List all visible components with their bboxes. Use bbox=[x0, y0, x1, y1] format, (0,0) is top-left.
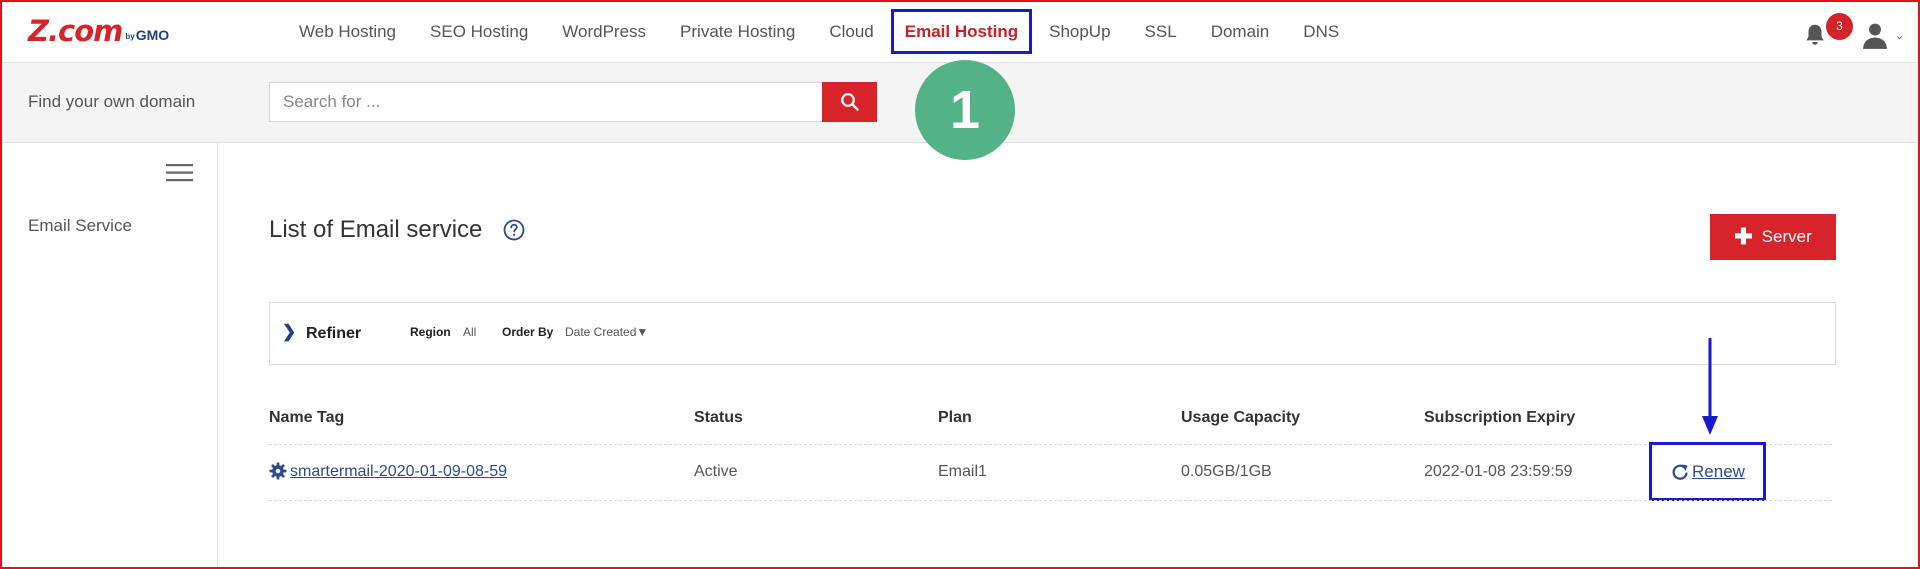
nav-email-hosting[interactable]: Email Hosting bbox=[890, 9, 1033, 54]
sidebar: Email Service bbox=[0, 143, 218, 569]
logo-main-text: Z.com bbox=[28, 14, 123, 48]
search-icon bbox=[840, 93, 859, 111]
domain-search-input[interactable] bbox=[269, 82, 823, 122]
table-row-divider bbox=[269, 500, 1832, 501]
col-usage-capacity: Usage Capacity bbox=[1181, 409, 1301, 426]
help-icon[interactable] bbox=[503, 219, 525, 241]
main-menu: Web Hosting SEO Hosting WordPress Privat… bbox=[282, 0, 1356, 63]
renew-highlight: Renew bbox=[1649, 442, 1766, 501]
add-server-button[interactable]: ✚ Server bbox=[1710, 214, 1836, 260]
find-domain-label: Find your own domain bbox=[28, 92, 196, 111]
top-nav: Z.com by GMO Web Hosting SEO Hosting Wor… bbox=[0, 0, 1920, 63]
usage-value: 0.05GB/1GB bbox=[1181, 463, 1272, 480]
logo-by-text: by bbox=[125, 32, 135, 41]
nav-dns[interactable]: DNS bbox=[1286, 0, 1356, 63]
col-plan: Plan bbox=[938, 409, 972, 426]
refiner-toggle[interactable]: Refiner bbox=[306, 325, 361, 343]
plan-value: Email1 bbox=[938, 463, 987, 480]
menu-icon[interactable] bbox=[166, 163, 193, 183]
expiry-value: 2022-01-08 23:59:59 bbox=[1424, 463, 1573, 480]
step-marker: 1 bbox=[915, 60, 1015, 160]
nav-shopup[interactable]: ShopUp bbox=[1032, 0, 1127, 63]
notification-badge: 3 bbox=[1826, 13, 1853, 40]
refiner-panel: ❯ Refiner Region All Order By Date Creat… bbox=[269, 302, 1836, 365]
region-select[interactable]: All bbox=[463, 325, 476, 339]
user-avatar-icon[interactable] bbox=[1862, 22, 1888, 50]
chevron-down-icon[interactable]: ⌄ bbox=[1895, 29, 1904, 42]
plus-icon: ✚ bbox=[1734, 224, 1753, 249]
bell-icon[interactable] bbox=[1802, 22, 1828, 48]
search-button[interactable] bbox=[822, 82, 877, 122]
orderby-select[interactable]: Date Created▼ bbox=[565, 325, 648, 339]
sidebar-item-email-service[interactable]: Email Service bbox=[28, 216, 132, 236]
col-status: Status bbox=[694, 409, 743, 426]
region-label: Region bbox=[410, 325, 451, 339]
nav-seo-hosting[interactable]: SEO Hosting bbox=[413, 0, 545, 63]
orderby-label: Order By bbox=[502, 325, 554, 339]
nav-private-hosting[interactable]: Private Hosting bbox=[663, 0, 812, 63]
arrow-down-icon bbox=[1702, 338, 1718, 435]
col-subscription-expiry: Subscription Expiry bbox=[1424, 409, 1576, 426]
name-tag-link[interactable]: smartermail-2020-01-09-08-59 bbox=[290, 463, 507, 481]
col-name-tag: Name Tag bbox=[269, 409, 345, 426]
nav-web-hosting[interactable]: Web Hosting bbox=[282, 0, 413, 63]
logo-gmo-text: GMO bbox=[135, 27, 170, 43]
nav-cloud[interactable]: Cloud bbox=[812, 0, 890, 63]
nav-wordpress[interactable]: WordPress bbox=[545, 0, 663, 63]
gear-icon[interactable] bbox=[269, 462, 287, 480]
status-value: Active bbox=[694, 463, 738, 480]
renew-link[interactable]: Renew bbox=[1692, 462, 1745, 482]
nav-ssl[interactable]: SSL bbox=[1128, 0, 1194, 63]
chevron-right-icon[interactable]: ❯ bbox=[282, 322, 296, 342]
table-header-divider bbox=[269, 444, 1832, 445]
zcom-logo[interactable]: Z.com by GMO bbox=[28, 16, 169, 46]
add-server-label: Server bbox=[1761, 227, 1812, 246]
page-title: List of Email service bbox=[269, 216, 483, 243]
refresh-icon[interactable] bbox=[1670, 462, 1690, 482]
nav-domain[interactable]: Domain bbox=[1194, 0, 1287, 63]
